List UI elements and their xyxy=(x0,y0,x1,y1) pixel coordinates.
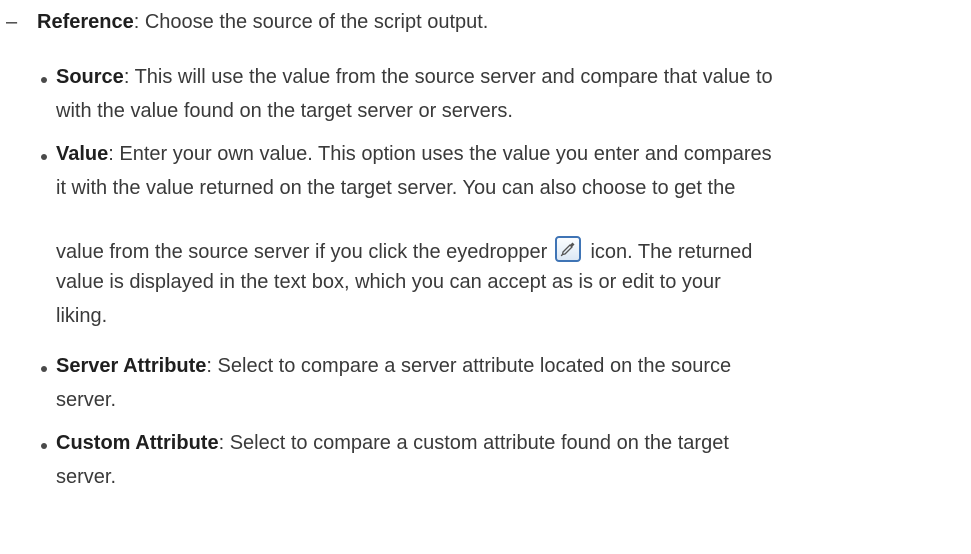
value-text-1: : Enter your own value. This option uses… xyxy=(108,143,772,165)
custom-attribute-text-1: : Select to compare a custom attribute f… xyxy=(218,432,729,454)
value-text-3a: value from the source server if you clic… xyxy=(56,241,548,263)
value-text-3b: icon. The returned xyxy=(584,241,753,263)
value-line-5: liking. xyxy=(56,305,108,327)
custom-attribute-line-2: server. xyxy=(56,466,117,488)
source-text-1: : This will use the value from the sourc… xyxy=(123,66,773,88)
value-line-2: it with the value returned on the target… xyxy=(56,177,736,199)
value-line-4: value is displayed in the text box, whic… xyxy=(56,271,721,293)
dash-marker: – xyxy=(6,11,18,33)
bullet-custom-attribute xyxy=(41,443,47,449)
bullet-value xyxy=(41,154,47,160)
server-attribute-label: Server Attribute xyxy=(56,355,207,377)
eyedropper-icon[interactable] xyxy=(554,236,581,262)
document-body: – Reference: Choose the source of the sc… xyxy=(0,0,971,554)
value-label: Value xyxy=(56,143,109,165)
source-label: Source xyxy=(56,66,124,88)
source-line-1: Source: This will use the value from the… xyxy=(56,65,773,89)
value-line-1: Value: Enter your own value. This option… xyxy=(56,142,772,166)
custom-attribute-label: Custom Attribute xyxy=(56,432,219,454)
server-attribute-line-1: Server Attribute: Select to compare a se… xyxy=(56,354,731,378)
value-line-3: value from the source server if you clic… xyxy=(56,236,752,264)
bullet-source xyxy=(41,77,47,83)
reference-text: : Choose the source of the script output… xyxy=(133,11,489,33)
bullet-server-attribute xyxy=(41,366,47,372)
server-attribute-text-1: : Select to compare a server attribute l… xyxy=(206,355,732,377)
eyedropper-icon-glyph xyxy=(560,242,575,257)
source-line-2: with the value found on the target serve… xyxy=(56,100,513,122)
server-attribute-line-2: server. xyxy=(56,389,117,411)
reference-label: Reference xyxy=(37,11,134,33)
reference-line: Reference: Choose the source of the scri… xyxy=(37,10,488,34)
custom-attribute-line-1: Custom Attribute: Select to compare a cu… xyxy=(56,431,729,455)
